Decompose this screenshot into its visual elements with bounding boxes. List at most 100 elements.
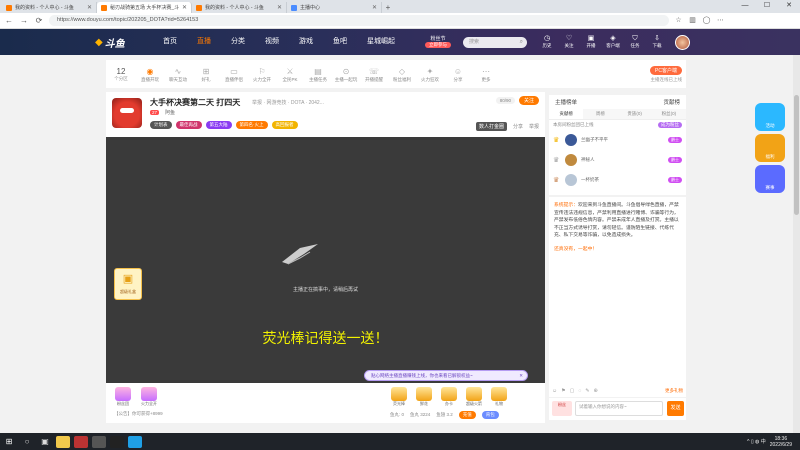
promo-welfare[interactable]: 福利 [755, 134, 785, 162]
close-tab-icon[interactable]: ✕ [87, 4, 92, 11]
browser-tab[interactable]: 主播中心 ✕ [287, 2, 382, 13]
close-banner-icon[interactable]: ✕ [519, 371, 523, 380]
broadcast-button[interactable]: ▣ 开播 [583, 35, 599, 49]
task-view-button[interactable]: ▣ [36, 433, 54, 450]
page-scrollbar[interactable] [793, 55, 800, 433]
follow-button[interactable]: ♡ 关注 [561, 35, 577, 49]
backpack-button[interactable]: 背包 [481, 411, 499, 419]
feature-item[interactable]: ◉ 直播开玩 [136, 66, 164, 83]
maximize-button[interactable]: ☐ [756, 0, 778, 12]
browser-tab[interactable]: 我的资料 - 个人中心 - 斗鱼 ✕ [2, 2, 97, 13]
menu-icon[interactable]: ⋯ [716, 16, 725, 25]
nav-home[interactable]: 首页 [153, 29, 187, 55]
close-tab-icon[interactable]: ✕ [372, 4, 377, 11]
mask-icon[interactable]: ◌ [578, 388, 581, 394]
become-fan-button[interactable]: 成为粉丝 [658, 122, 682, 128]
festival-join-button[interactable]: 立即参与 [425, 42, 451, 48]
gift-item[interactable]: 礼物 [488, 387, 510, 407]
search-icon[interactable]: ⌕ [520, 37, 523, 48]
collections-icon[interactable]: ▥ [688, 16, 697, 25]
charge-button[interactable]: 充值 [458, 411, 476, 419]
promo-activity[interactable]: 活动 [755, 103, 785, 131]
screen-icon[interactable]: ▢ [570, 388, 575, 394]
feature-item[interactable]: ⊙ 主播一起玩 [332, 66, 360, 83]
room-badge[interactable]: 高回报者 [271, 121, 298, 129]
gold-button[interactable]: 数人打金圈 [475, 122, 507, 131]
promo-match[interactable]: 赛事 [755, 165, 785, 193]
firepower-button[interactable]: 火力全开 [138, 387, 160, 407]
gift-item[interactable]: 超级火箭 [463, 387, 485, 407]
nav-live[interactable]: 直播 [187, 29, 221, 55]
feature-item[interactable]: ∿ 聊天互动 [164, 66, 192, 83]
minimize-button[interactable]: — [734, 0, 756, 12]
start-button[interactable]: ⊞ [0, 433, 18, 450]
download-button[interactable]: ⇩ 下载 [649, 35, 665, 49]
tab-fans[interactable]: 粉丝(0) [651, 109, 686, 119]
nav-game[interactable]: 游戏 [289, 29, 323, 55]
back-button[interactable]: ← [4, 16, 14, 25]
tab-noble[interactable]: 贵族(0) [617, 109, 652, 119]
search-input[interactable]: 搜索 ⌕ [463, 36, 527, 48]
feature-item[interactable]: ☏ 开播提醒 [360, 66, 388, 83]
room-meta[interactable]: 举报 · 网游竞技 · DOTA · 2042... [252, 99, 324, 106]
feature-item[interactable]: ▭ 直播伴侣 [220, 66, 248, 83]
dota-app-icon[interactable] [74, 435, 88, 448]
new-tab-button[interactable]: + [382, 2, 394, 13]
rank-row[interactable]: ♛ 一杯奶茶 爵士 [549, 170, 686, 190]
edit-icon[interactable]: ✎ [585, 388, 589, 394]
room-badge[interactable]: 第五大陆 [205, 121, 232, 129]
feature-item[interactable]: ⚔ 全民PK [276, 66, 304, 83]
follow-button[interactable]: 关注 [518, 96, 539, 105]
host-avatar[interactable] [112, 98, 142, 128]
nav-category[interactable]: 分类 [221, 29, 255, 55]
close-tab-icon[interactable]: ✕ [182, 4, 187, 11]
flag-icon[interactable]: ⚑ [561, 388, 565, 394]
feature-item[interactable]: ⚐ 火力全开 [248, 66, 276, 83]
festival-promo[interactable]: 粉丝节 立即参与 [425, 36, 451, 48]
reload-button[interactable]: ⟳ [34, 16, 44, 25]
search-button[interactable]: ○ [18, 433, 36, 450]
gift-item[interactable]: 鲜花 [413, 387, 435, 407]
url-field[interactable]: https://www.douyu.com/topic/202205_DOTA?… [49, 15, 669, 26]
favorites-icon[interactable]: ☆ [674, 16, 683, 25]
nav-video[interactable]: 视频 [255, 29, 289, 55]
app-icon[interactable] [92, 435, 106, 448]
chat-input[interactable]: 试着输入你想说的内容~ [575, 401, 663, 416]
edge-browser-icon[interactable] [128, 435, 142, 448]
forward-button[interactable]: → [19, 16, 29, 25]
video-banner[interactable]: 贴心网络主播直播赚钱上线，你也来看已解锁权益~ ✕ [364, 370, 528, 381]
user-avatar[interactable] [675, 34, 690, 50]
clock[interactable]: 18:36 2022/6/29 [770, 436, 792, 448]
feature-item[interactable]: ☺ 分享 [444, 66, 472, 83]
nav-starcity[interactable]: 星城崛起 [357, 29, 405, 55]
share-button[interactable]: 分享 [513, 123, 523, 130]
gift-item[interactable]: 办卡 [438, 387, 460, 407]
close-window-button[interactable]: ✕ [778, 0, 800, 12]
room-badge[interactable]: 计划表 [150, 121, 172, 129]
tray-icons[interactable]: ^ ▯ ◍ 中 [747, 438, 766, 445]
rank-row[interactable]: ♛ 兰幽子不平平 爵士 [549, 130, 686, 150]
contribution-tab[interactable]: 贡献榜 [663, 98, 680, 106]
fan-club-button[interactable]: 粉丝团 [112, 387, 134, 407]
feature-item[interactable]: ✦ 火力狂欢 [416, 66, 444, 83]
pc-client-button[interactable]: PC客户端 [650, 65, 682, 75]
host-name[interactable]: 阿鱼 [165, 109, 175, 116]
rank-row[interactable]: ♛ 神秘人 爵士 [549, 150, 686, 170]
rank-title[interactable]: 主播榜单 [555, 98, 577, 106]
super-gift-box[interactable]: ▣ 超级礼盒 [114, 268, 142, 300]
feature-item[interactable]: ▤ 主播任务 [304, 66, 332, 83]
browser-tab-active[interactable]: 秘刃战骑第五场 大手杯决赛_斗鱼直播平台✕ [97, 2, 192, 13]
tab-week[interactable]: 周榜 [583, 109, 618, 119]
feature-item[interactable]: ⋯ 更多 [472, 66, 500, 83]
room-badge[interactable]: 第四名·火上 [235, 121, 268, 129]
profile-icon[interactable]: ◯ [702, 16, 711, 25]
send-button[interactable]: 发送 [667, 401, 684, 416]
client-button[interactable]: ◈ 客户端 [605, 35, 621, 49]
file-explorer-icon[interactable] [56, 435, 70, 448]
more-gifts-link[interactable]: 更多礼物 [665, 388, 683, 394]
site-logo[interactable]: ◆ 斗鱼 [95, 33, 141, 51]
browser-tab[interactable]: 我的资料 - 个人中心 - 斗鱼 ✕ [192, 2, 287, 13]
history-button[interactable]: ◷ 历史 [539, 35, 555, 49]
app-icon[interactable] [110, 435, 124, 448]
close-tab-icon[interactable]: ✕ [277, 4, 282, 11]
